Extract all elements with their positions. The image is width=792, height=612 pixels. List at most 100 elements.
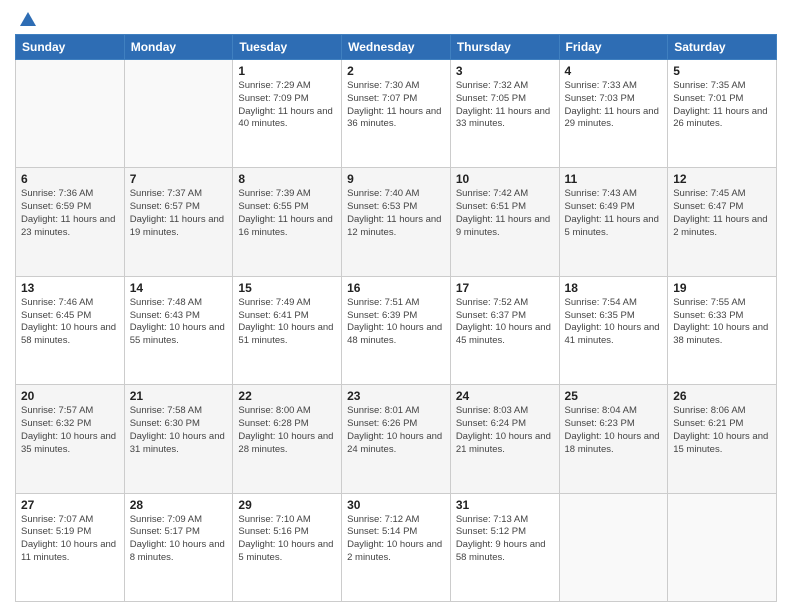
day-info: Sunrise: 7:49 AMSunset: 6:41 PMDaylight:…: [238, 297, 336, 348]
calendar-cell: 2Sunrise: 7:30 AMSunset: 7:07 PMDaylight…: [342, 60, 451, 168]
day-header-sunday: Sunday: [16, 35, 125, 60]
calendar-cell: 6 Sunrise: 7:36 AMSunset: 6:59 PMDaylight…: [16, 168, 125, 276]
day-number: 22: [238, 389, 336, 403]
day-number: 6: [21, 172, 119, 186]
day-header-tuesday: Tuesday: [233, 35, 342, 60]
day-number: 5: [673, 64, 771, 78]
day-number: 26: [673, 389, 771, 403]
day-number: 25: [565, 389, 663, 403]
calendar-cell: 15 Sunrise: 7:49 AMSunset: 6:41 PMDayligh…: [233, 276, 342, 384]
day-info: Sunrise: 7:42 AMSunset: 6:51 PMDaylight:…: [456, 188, 554, 239]
calendar-cell: 8Sunrise: 7:39 AMSunset: 6:55 PMDaylight…: [233, 168, 342, 276]
day-number: 12: [673, 172, 771, 186]
day-info: Sunrise: 7:52 AMSunset: 6:37 PMDaylight:…: [456, 297, 554, 348]
day-info: Sunrise: 7:37 AMSunset: 6:57 PMDaylight:…: [130, 188, 228, 239]
calendar-cell: 5 Sunrise: 7:35 AMSunset: 7:01 PMDaylight…: [668, 60, 777, 168]
day-number: 23: [347, 389, 445, 403]
day-info: Sunrise: 7:29 AMSunset: 7:09 PMDaylight:…: [238, 80, 336, 131]
day-number: 10: [456, 172, 554, 186]
calendar-cell: 31Sunrise: 7:13 AMSunset: 5:12 PMDayligh…: [450, 493, 559, 601]
page: SundayMondayTuesdayWednesdayThursdayFrid…: [0, 0, 792, 612]
day-number: 13: [21, 281, 119, 295]
day-number: 20: [21, 389, 119, 403]
day-info: Sunrise: 8:04 AMSunset: 6:23 PMDaylight:…: [565, 405, 663, 456]
day-info: Sunrise: 7:43 AMSunset: 6:49 PMDaylight:…: [565, 188, 663, 239]
day-number: 3: [456, 64, 554, 78]
day-number: 16: [347, 281, 445, 295]
day-number: 18: [565, 281, 663, 295]
calendar-cell: 25 Sunrise: 8:04 AMSunset: 6:23 PMDayligh…: [559, 385, 668, 493]
header: [15, 10, 777, 26]
day-header-saturday: Saturday: [668, 35, 777, 60]
calendar-cell: 12 Sunrise: 7:45 AMSunset: 6:47 PMDayligh…: [668, 168, 777, 276]
day-info: Sunrise: 7:57 AMSunset: 6:32 PMDaylight:…: [21, 405, 119, 456]
day-number: 4: [565, 64, 663, 78]
calendar-cell: 19 Sunrise: 7:55 AMSunset: 6:33 PMDayligh…: [668, 276, 777, 384]
day-info: Sunrise: 7:09 AMSunset: 5:17 PMDaylight:…: [130, 514, 228, 565]
day-info: Sunrise: 7:36 AMSunset: 6:59 PMDaylight:…: [21, 188, 119, 239]
calendar-week-row: 1 Sunrise: 7:29 AMSunset: 7:09 PMDaylight…: [16, 60, 777, 168]
calendar-cell: 18 Sunrise: 7:54 AMSunset: 6:35 PMDayligh…: [559, 276, 668, 384]
calendar-cell: [16, 60, 125, 168]
calendar-cell: 26 Sunrise: 8:06 AMSunset: 6:21 PMDayligh…: [668, 385, 777, 493]
day-info: Sunrise: 7:46 AMSunset: 6:45 PMDaylight:…: [21, 297, 119, 348]
day-number: 7: [130, 172, 228, 186]
calendar-cell: 9 Sunrise: 7:40 AMSunset: 6:53 PMDaylight…: [342, 168, 451, 276]
day-info: Sunrise: 7:54 AMSunset: 6:35 PMDaylight:…: [565, 297, 663, 348]
day-info: Sunrise: 7:13 AMSunset: 5:12 PMDaylight:…: [456, 514, 554, 565]
day-info: Sunrise: 7:12 AMSunset: 5:14 PMDaylight:…: [347, 514, 445, 565]
day-info: Sunrise: 8:06 AMSunset: 6:21 PMDaylight:…: [673, 405, 771, 456]
calendar-cell: 4Sunrise: 7:33 AMSunset: 7:03 PMDaylight…: [559, 60, 668, 168]
calendar-cell: [668, 493, 777, 601]
day-info: Sunrise: 7:32 AMSunset: 7:05 PMDaylight:…: [456, 80, 554, 131]
day-header-wednesday: Wednesday: [342, 35, 451, 60]
calendar-cell: 3 Sunrise: 7:32 AMSunset: 7:05 PMDaylight…: [450, 60, 559, 168]
day-header-monday: Monday: [124, 35, 233, 60]
day-number: 30: [347, 498, 445, 512]
day-number: 11: [565, 172, 663, 186]
day-number: 24: [456, 389, 554, 403]
day-info: Sunrise: 7:10 AMSunset: 5:16 PMDaylight:…: [238, 514, 336, 565]
day-number: 14: [130, 281, 228, 295]
day-info: Sunrise: 7:48 AMSunset: 6:43 PMDaylight:…: [130, 297, 228, 348]
calendar-cell: 1 Sunrise: 7:29 AMSunset: 7:09 PMDaylight…: [233, 60, 342, 168]
calendar-cell: 29 Sunrise: 7:10 AMSunset: 5:16 PMDayligh…: [233, 493, 342, 601]
calendar-cell: 14 Sunrise: 7:48 AMSunset: 6:43 PMDayligh…: [124, 276, 233, 384]
calendar-cell: 11 Sunrise: 7:43 AMSunset: 6:49 PMDayligh…: [559, 168, 668, 276]
calendar-cell: [559, 493, 668, 601]
calendar-cell: 10 Sunrise: 7:42 AMSunset: 6:51 PMDayligh…: [450, 168, 559, 276]
day-number: 15: [238, 281, 336, 295]
day-info: Sunrise: 8:01 AMSunset: 6:26 PMDaylight:…: [347, 405, 445, 456]
day-number: 19: [673, 281, 771, 295]
day-number: 29: [238, 498, 336, 512]
day-number: 27: [21, 498, 119, 512]
calendar-cell: [124, 60, 233, 168]
day-info: Sunrise: 7:39 AMSunset: 6:55 PMDaylight:…: [238, 188, 336, 239]
calendar-cell: 28Sunrise: 7:09 AMSunset: 5:17 PMDayligh…: [124, 493, 233, 601]
calendar-cell: 13 Sunrise: 7:46 AMSunset: 6:45 PMDayligh…: [16, 276, 125, 384]
day-info: Sunrise: 7:40 AMSunset: 6:53 PMDaylight:…: [347, 188, 445, 239]
calendar-cell: 30 Sunrise: 7:12 AMSunset: 5:14 PMDayligh…: [342, 493, 451, 601]
day-header-thursday: Thursday: [450, 35, 559, 60]
day-info: Sunrise: 7:07 AMSunset: 5:19 PMDaylight:…: [21, 514, 119, 565]
calendar-cell: 17Sunrise: 7:52 AMSunset: 6:37 PMDayligh…: [450, 276, 559, 384]
day-number: 1: [238, 64, 336, 78]
calendar-week-row: 6 Sunrise: 7:36 AMSunset: 6:59 PMDaylight…: [16, 168, 777, 276]
calendar-cell: 24Sunrise: 8:03 AMSunset: 6:24 PMDayligh…: [450, 385, 559, 493]
calendar-cell: 23 Sunrise: 8:01 AMSunset: 6:26 PMDayligh…: [342, 385, 451, 493]
day-number: 9: [347, 172, 445, 186]
calendar-header-row: SundayMondayTuesdayWednesdayThursdayFrid…: [16, 35, 777, 60]
calendar-week-row: 13 Sunrise: 7:46 AMSunset: 6:45 PMDayligh…: [16, 276, 777, 384]
calendar: SundayMondayTuesdayWednesdayThursdayFrid…: [15, 34, 777, 602]
calendar-cell: 21Sunrise: 7:58 AMSunset: 6:30 PMDayligh…: [124, 385, 233, 493]
day-number: 2: [347, 64, 445, 78]
calendar-cell: 20 Sunrise: 7:57 AMSunset: 6:32 PMDayligh…: [16, 385, 125, 493]
day-info: Sunrise: 7:55 AMSunset: 6:33 PMDaylight:…: [673, 297, 771, 348]
day-number: 21: [130, 389, 228, 403]
day-info: Sunrise: 8:00 AMSunset: 6:28 PMDaylight:…: [238, 405, 336, 456]
day-header-friday: Friday: [559, 35, 668, 60]
calendar-cell: 27 Sunrise: 7:07 AMSunset: 5:19 PMDayligh…: [16, 493, 125, 601]
day-info: Sunrise: 7:45 AMSunset: 6:47 PMDaylight:…: [673, 188, 771, 239]
day-info: Sunrise: 7:35 AMSunset: 7:01 PMDaylight:…: [673, 80, 771, 131]
calendar-cell: 22 Sunrise: 8:00 AMSunset: 6:28 PMDayligh…: [233, 385, 342, 493]
